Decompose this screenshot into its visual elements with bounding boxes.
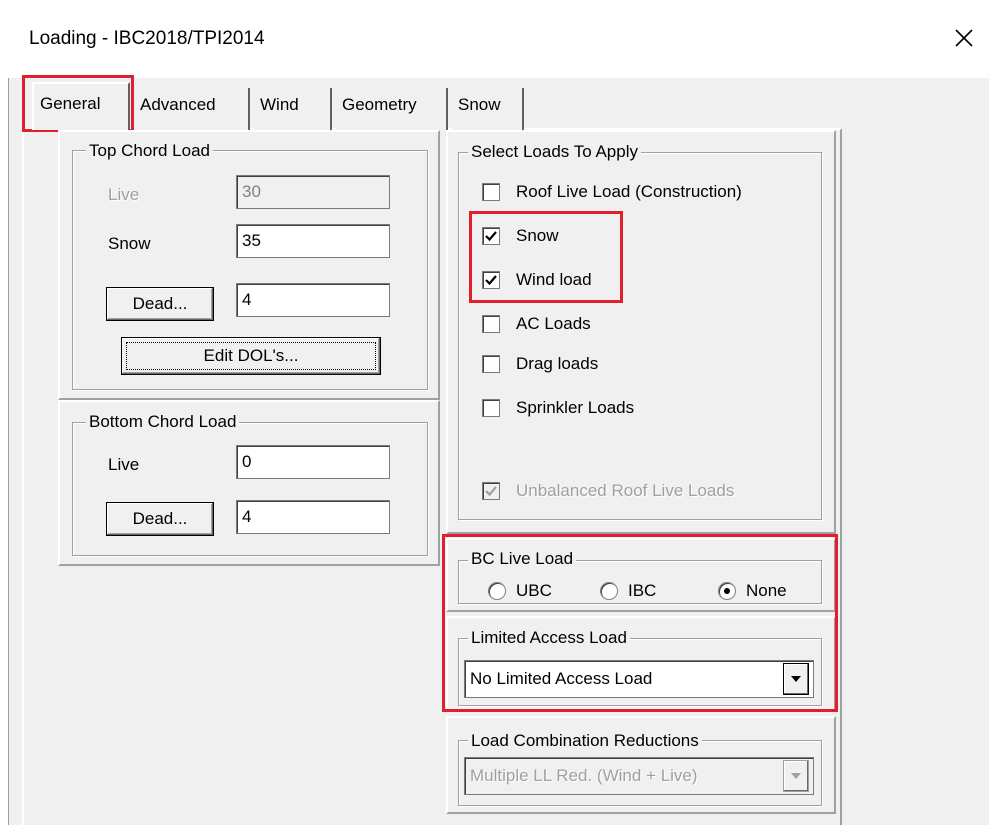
radio-ubc[interactable] xyxy=(488,582,506,600)
ac-loads-checkbox[interactable] xyxy=(482,315,500,333)
radio-ubc-label: UBC xyxy=(516,581,552,600)
edit-dols-button[interactable]: Edit DOL's... xyxy=(121,337,381,375)
top-chord-dead-input[interactable]: 4 xyxy=(236,283,390,317)
bc-live-title: BC Live Load xyxy=(468,549,577,569)
tab-snow[interactable]: Snow xyxy=(452,88,524,130)
roof-live-load-checkbox[interactable] xyxy=(482,183,500,201)
select-loads-group xyxy=(458,152,822,520)
tab-label: Advanced xyxy=(140,95,216,114)
tab-wind[interactable]: Wind xyxy=(254,88,332,130)
bottom-chord-live-input[interactable]: 0 xyxy=(236,445,390,479)
limited-access-title: Limited Access Load xyxy=(468,628,630,648)
close-icon xyxy=(955,29,973,47)
sprinkler-loads-checkbox[interactable] xyxy=(482,399,500,417)
check-icon xyxy=(485,275,497,286)
radio-ibc[interactable] xyxy=(600,582,618,600)
bottom-chord-dead-input[interactable]: 4 xyxy=(236,500,390,534)
roof-live-load-label: Roof Live Load (Construction) xyxy=(516,182,742,201)
load-combination-select[interactable]: Multiple LL Red. (Wind + Live) xyxy=(464,757,814,795)
close-button[interactable] xyxy=(944,18,984,58)
tab-general[interactable]: General xyxy=(32,82,130,130)
top-chord-live-label: Live xyxy=(108,185,140,204)
radio-none[interactable] xyxy=(718,582,736,600)
top-chord-title: Top Chord Load xyxy=(86,141,213,161)
top-chord-snow-label: Snow xyxy=(108,234,151,253)
unbalanced-label: Unbalanced Roof Live Loads xyxy=(516,481,735,500)
snow-checkbox[interactable] xyxy=(482,227,500,245)
window-title: Loading - IBC2018/TPI2014 xyxy=(29,28,265,49)
top-chord-snow-input[interactable]: 35 xyxy=(236,224,390,258)
tab-label: General xyxy=(40,94,101,113)
check-icon xyxy=(485,231,497,242)
tab-label: Snow xyxy=(458,95,501,114)
bottom-chord-dead-button[interactable]: Dead... xyxy=(106,502,214,536)
drag-loads-label: Drag loads xyxy=(516,354,599,373)
ac-loads-label: AC Loads xyxy=(516,314,591,333)
bottom-chord-title: Bottom Chord Load xyxy=(86,412,240,432)
tab-label: Geometry xyxy=(342,95,417,114)
radio-selected-dot xyxy=(724,588,730,594)
radio-ibc-label: IBC xyxy=(628,581,657,600)
wind-load-label: Wind load xyxy=(516,270,592,289)
unbalanced-checkbox[interactable] xyxy=(482,482,500,500)
limited-access-dropdown-button[interactable] xyxy=(783,663,809,695)
check-icon xyxy=(485,486,497,497)
load-combination-title: Load Combination Reductions xyxy=(468,731,702,751)
limited-access-select[interactable]: No Limited Access Load xyxy=(464,660,814,698)
drag-loads-checkbox[interactable] xyxy=(482,355,500,373)
tab-label: Wind xyxy=(260,95,299,114)
tab-geometry[interactable]: Geometry xyxy=(336,88,448,130)
tab-advanced[interactable]: Advanced xyxy=(134,88,250,130)
wind-load-checkbox[interactable] xyxy=(482,271,500,289)
bottom-chord-live-label: Live xyxy=(108,455,140,474)
focus-rect xyxy=(126,342,376,370)
sprinkler-loads-label: Sprinkler Loads xyxy=(516,398,635,417)
radio-none-label: None xyxy=(746,581,787,600)
select-loads-title: Select Loads To Apply xyxy=(468,142,641,162)
top-chord-dead-button[interactable]: Dead... xyxy=(106,287,214,321)
chevron-down-icon xyxy=(791,676,801,682)
top-chord-live-input[interactable]: 30 xyxy=(236,175,390,209)
load-combination-dropdown-button[interactable] xyxy=(783,760,809,792)
chevron-down-icon xyxy=(791,773,801,779)
snow-label: Snow xyxy=(516,226,559,245)
